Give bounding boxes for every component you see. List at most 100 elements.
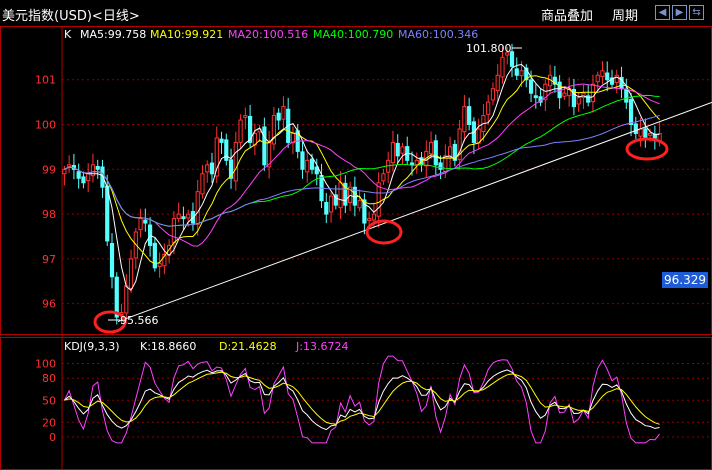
candle-body: [114, 276, 119, 318]
mid-highlight-circle: [365, 219, 403, 245]
ma40-line: [64, 94, 660, 227]
ma-legend-item: MA10:99.921: [150, 28, 223, 41]
candle-body: [438, 162, 443, 170]
candle-body: [81, 176, 86, 184]
candle-body: [614, 74, 619, 83]
candle-body: [109, 243, 115, 278]
candle-body: [462, 106, 467, 133]
kdj-panel-label: KDJ(9,3,3): [64, 340, 120, 353]
price-tick-label: 96: [42, 298, 56, 311]
candle-body: [638, 128, 643, 137]
candle-body: [595, 74, 600, 83]
kdj-tick-label: 100: [35, 358, 56, 371]
candle-body: [371, 213, 377, 221]
candle-body: [490, 88, 496, 101]
candle-body: [143, 219, 148, 224]
ma-legend-item: MA5:99.758: [80, 28, 146, 41]
candle-body: [128, 258, 134, 289]
candle-body: [433, 140, 438, 166]
candle-body: [562, 92, 567, 97]
kdj-tick-label: 80: [42, 372, 56, 385]
candle-body: [300, 151, 305, 170]
last-price-badge: 96.329: [662, 272, 708, 288]
candle-body: [467, 106, 472, 126]
candle-body: [233, 141, 238, 182]
kdj-legend-item: K:18.8660: [140, 340, 196, 353]
candle-body: [367, 218, 372, 222]
price-panel-label: K: [64, 28, 72, 41]
candle-body: [328, 195, 334, 213]
candle-body: [390, 141, 396, 164]
candle-body: [647, 132, 653, 136]
candle-body: [124, 285, 129, 314]
candle-body: [576, 97, 581, 105]
candle-body: [514, 68, 519, 76]
candle-body: [209, 162, 215, 175]
kdj-tick-label: 50: [42, 394, 56, 407]
candle-body: [533, 95, 538, 99]
price-tick-label: 100: [35, 119, 56, 132]
candle-body: [338, 182, 343, 209]
candle-body: [528, 79, 534, 94]
candle-body: [605, 72, 610, 81]
candle-body: [95, 165, 100, 170]
kdj-legend-item: D:21.4628: [219, 340, 277, 353]
candle-body: [381, 173, 386, 182]
candle-body: [186, 213, 191, 219]
candle-body: [600, 70, 605, 77]
candle-body: [633, 123, 638, 134]
kdj-legend-item: J:13.6724: [295, 340, 348, 353]
kdj-panel-frame: [0, 337, 712, 470]
candle-body: [376, 182, 381, 217]
candle-body: [324, 201, 329, 215]
price-tick-label: 101: [35, 74, 56, 87]
candle-body: [590, 83, 596, 103]
candle-body: [476, 128, 481, 144]
candle-body: [309, 158, 315, 170]
chart-canvas: 969798991001010205080100101.80095.566K MA…: [0, 26, 712, 470]
candle-body: [176, 213, 181, 219]
candle-body: [628, 99, 634, 126]
price-tick-label: 99: [42, 163, 56, 176]
candle-body: [409, 162, 415, 166]
price-tick-label: 97: [42, 253, 56, 266]
candle-body: [428, 141, 434, 155]
candle-body: [400, 146, 405, 154]
candle-body: [495, 74, 500, 92]
candle-body: [357, 200, 362, 209]
candle-body: [395, 142, 400, 157]
candle-body: [243, 115, 248, 118]
price-tick-label: 98: [42, 208, 56, 221]
candle-body: [519, 70, 524, 77]
low-annotation: 95.566: [120, 314, 159, 327]
candle-body: [500, 56, 505, 78]
candle-body: [76, 171, 81, 179]
candle-body: [86, 173, 91, 182]
candle-body: [276, 112, 281, 121]
high-annotation: 101.800: [466, 42, 512, 55]
recent-highlight-circle: [625, 137, 669, 161]
candle-body: [200, 173, 205, 195]
candle-body: [224, 139, 229, 161]
candle-body: [624, 89, 629, 103]
kdj-tick-label: 0: [49, 431, 56, 444]
candle-body: [219, 138, 224, 143]
candle-body: [195, 191, 200, 225]
candle-body: [262, 126, 267, 166]
candle-body: [281, 106, 286, 120]
candle-body: [62, 168, 67, 175]
ma-legend-item: MA40:100.790: [313, 28, 393, 41]
candle-body: [171, 218, 177, 244]
candle-body: [157, 262, 162, 267]
kdj-tick-label: 20: [42, 416, 56, 429]
ma-legend-item: MA60:100.346: [398, 28, 478, 41]
candle-body: [305, 159, 310, 173]
candle-body: [205, 164, 210, 173]
ma-legend-item: MA20:100.516: [228, 28, 308, 41]
kdj-j-line: [63, 355, 660, 444]
candle-body: [138, 218, 143, 231]
candle-body: [486, 101, 491, 115]
candle-body: [414, 159, 419, 165]
candle-body: [181, 216, 186, 220]
candle-body: [643, 128, 648, 139]
